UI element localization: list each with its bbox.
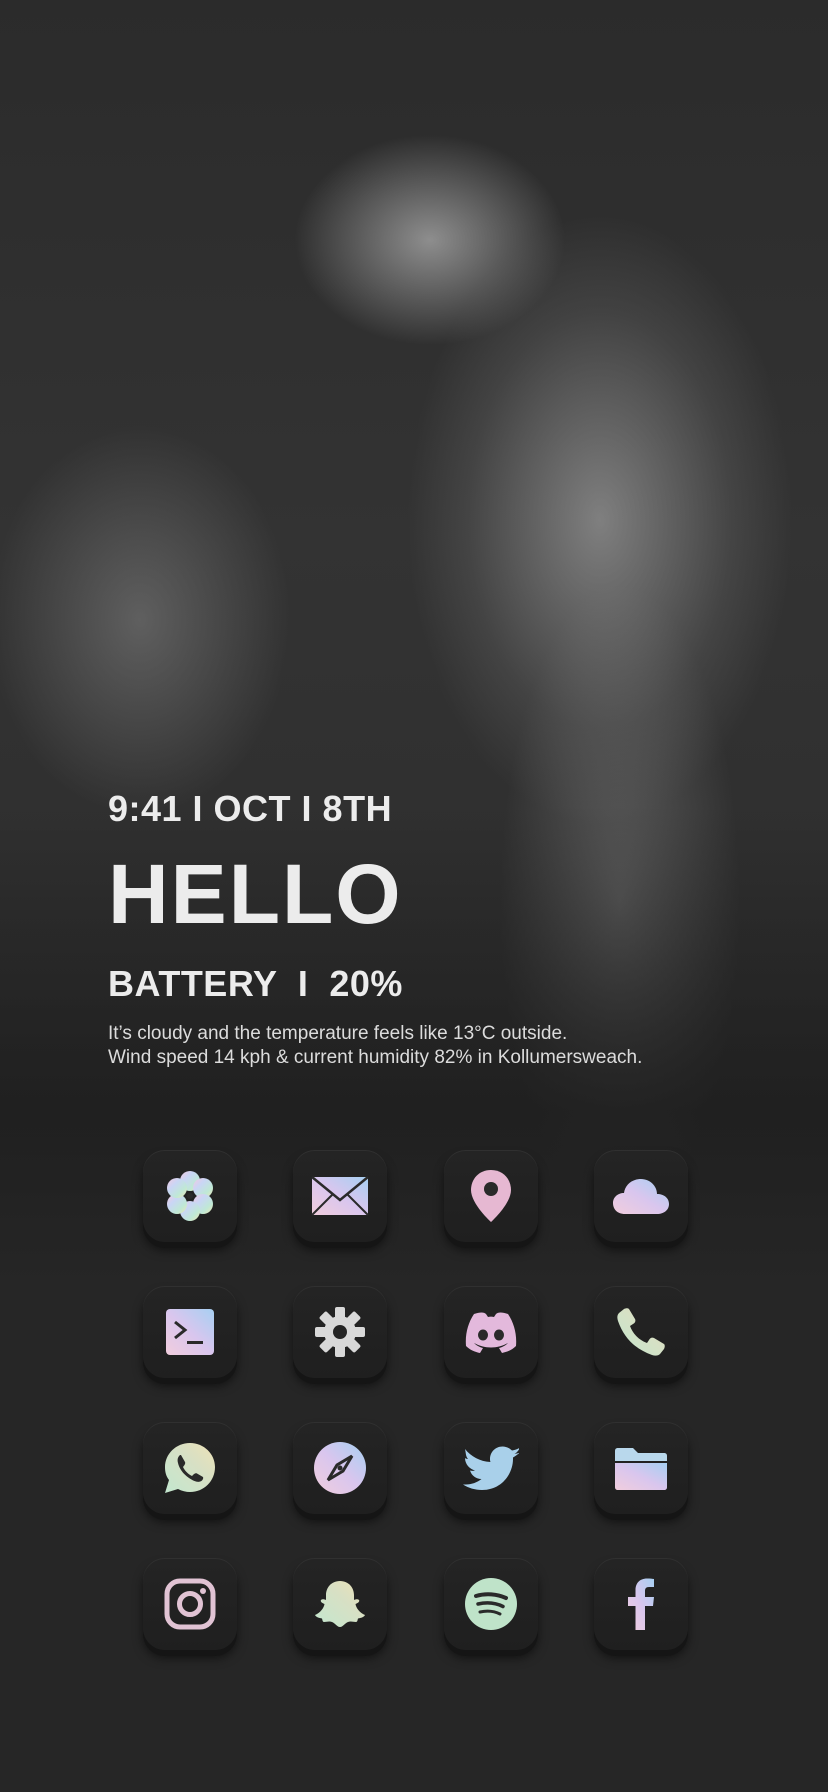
phone-icon bbox=[617, 1308, 665, 1356]
maps-app-button[interactable] bbox=[443, 1150, 538, 1242]
discord-icon bbox=[465, 1312, 516, 1353]
greeting-title: HELLO bbox=[108, 847, 403, 941]
facebook-icon bbox=[627, 1578, 654, 1630]
instagram-app-button[interactable] bbox=[143, 1558, 237, 1650]
battery-label: BATTERY I 20% bbox=[108, 963, 403, 1004]
app-row bbox=[143, 1286, 688, 1378]
gear-icon bbox=[315, 1307, 366, 1357]
app-row bbox=[143, 1150, 688, 1242]
weather-text: It’s cloudy and the temperature feels li… bbox=[108, 1022, 642, 1070]
discord-app-button[interactable] bbox=[443, 1286, 538, 1378]
compass-icon bbox=[314, 1442, 367, 1494]
whatsapp-icon bbox=[165, 1443, 215, 1493]
twitter-app-button[interactable] bbox=[443, 1422, 538, 1514]
map-pin-icon bbox=[470, 1170, 511, 1222]
flower-icon bbox=[167, 1171, 213, 1221]
cloud-icon bbox=[612, 1179, 669, 1214]
app-grid bbox=[143, 1150, 688, 1694]
home-screen: 9:41 I OCT I 8TH HELLO BATTERY I 20% It’… bbox=[0, 0, 828, 1792]
mail-app-button[interactable] bbox=[293, 1150, 388, 1242]
info-widget: 9:41 I OCT I 8TH HELLO BATTERY I 20% It’… bbox=[108, 788, 642, 1070]
time-date-label: 9:41 I OCT I 8TH bbox=[108, 788, 393, 829]
weather-line-1: It’s cloudy and the temperature feels li… bbox=[108, 1023, 568, 1044]
weather-line-2: Wind speed 14 kph & current humidity 82%… bbox=[108, 1047, 643, 1068]
settings-app-button[interactable] bbox=[293, 1286, 388, 1378]
facebook-app-button[interactable] bbox=[593, 1558, 688, 1650]
files-app-button[interactable] bbox=[593, 1422, 688, 1514]
terminal-app-button[interactable] bbox=[143, 1286, 237, 1378]
spotify-icon bbox=[464, 1578, 517, 1630]
folder-icon bbox=[614, 1448, 667, 1490]
mail-icon bbox=[311, 1176, 370, 1216]
twitter-icon bbox=[462, 1446, 519, 1490]
snapchat-icon bbox=[315, 1581, 366, 1627]
weather-app-button[interactable] bbox=[593, 1150, 688, 1242]
terminal-icon bbox=[166, 1309, 214, 1355]
whatsapp-app-button[interactable] bbox=[143, 1422, 237, 1514]
safari-app-button[interactable] bbox=[293, 1422, 388, 1514]
app-row bbox=[143, 1422, 688, 1514]
photos-app-button[interactable] bbox=[143, 1150, 237, 1242]
phone-app-button[interactable] bbox=[593, 1286, 688, 1378]
app-row bbox=[143, 1558, 688, 1650]
spotify-app-button[interactable] bbox=[443, 1558, 538, 1650]
instagram-icon bbox=[164, 1578, 216, 1630]
snapchat-app-button[interactable] bbox=[293, 1558, 388, 1650]
